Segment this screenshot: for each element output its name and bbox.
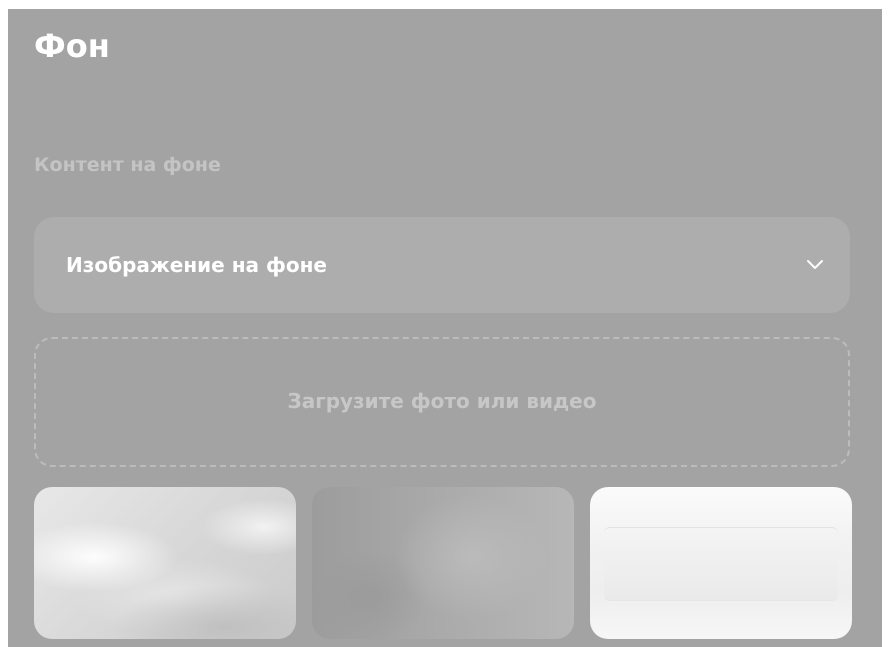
background-settings-panel: Фон Контент на фоне Изображение на фоне … [8,9,882,647]
background-thumbnail-gray-blur[interactable] [312,487,574,639]
background-content-select[interactable]: Изображение на фоне [34,217,850,313]
upload-label: Загрузите фото или видео [287,389,597,413]
background-thumbnail-white[interactable] [590,487,852,639]
background-thumbnail-clouds[interactable] [34,487,296,639]
panel-title: Фон [34,27,110,65]
thumbnail-inner-shape [604,527,838,601]
upload-dropzone[interactable]: Загрузите фото или видео [34,337,850,467]
chevron-down-icon [807,260,823,269]
section-label-background-content: Контент на фоне [34,154,221,176]
select-value: Изображение на фоне [66,253,327,277]
